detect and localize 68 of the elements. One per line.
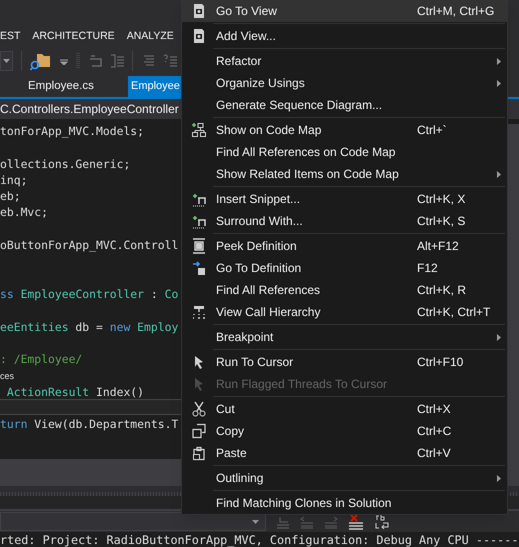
code-line: eeEntities db = new Employ (0, 320, 178, 334)
dropdown-field[interactable] (0, 51, 13, 71)
hierarchy-icon (191, 304, 207, 320)
caret-icon (252, 520, 259, 524)
code-line: oButtonForApp_MVC.Controll (0, 238, 178, 252)
code-line: ollections.Generic; (0, 156, 130, 171)
menu-item[interactable]: Go To View Ctrl+M, Ctrl+G (182, 0, 507, 22)
code-line: eb; (0, 189, 21, 204)
menu-item[interactable]: Paste Ctrl+V (182, 442, 507, 464)
menu-bar-item[interactable]: EST (0, 28, 20, 44)
code-map-icon (191, 122, 207, 138)
menu-item[interactable]: Show on Code Map Ctrl+` (182, 119, 507, 141)
menu-item[interactable]: Find Matching Clones in Solution (182, 492, 507, 514)
menu-item[interactable]: Outlining (182, 467, 507, 489)
arrow-block-icon (191, 260, 207, 276)
file-tab[interactable]: Employee.cs (24, 76, 128, 97)
dropdown-field[interactable] (0, 512, 266, 531)
indent-right-icon[interactable] (324, 514, 338, 528)
snippet-icon (191, 191, 207, 207)
menu-item[interactable]: Surround With... Ctrl+K, S (182, 210, 507, 232)
menu-item[interactable]: Organize Usings (182, 72, 507, 94)
caret-icon[interactable] (60, 57, 68, 65)
code-line: ActionResult Index() (6, 384, 144, 399)
menu-item[interactable]: Peek Definition Alt+F12 (182, 235, 507, 257)
menu-item[interactable]: Generate Sequence Diagram... (182, 94, 507, 116)
code-lens-text[interactable]: ces (0, 371, 14, 382)
menu-item[interactable]: Show Related Items on Code Map (182, 163, 507, 185)
indent-left-icon[interactable] (300, 514, 314, 528)
clear-all-icon[interactable] (348, 514, 364, 530)
navigation-text: C.Controllers.EmployeeController (0, 101, 179, 118)
cut-icon (191, 401, 207, 417)
folder-search-icon[interactable] (30, 51, 52, 71)
menu-item[interactable]: Refactor (182, 50, 507, 72)
file-tab[interactable]: Employee (128, 76, 181, 97)
menu-item[interactable]: View Call Hierarchy Ctrl+K, Ctrl+T (182, 301, 507, 323)
word-wrap-icon[interactable] (374, 514, 390, 530)
page-icon (191, 3, 207, 19)
menu-item[interactable]: Copy Ctrl+C (182, 420, 507, 442)
menu-item[interactable]: Go To Definition F12 (182, 257, 507, 279)
code-line: : /Employee/ (0, 352, 82, 366)
page-icon (191, 28, 207, 44)
code-line: tonForApp_MVC.Models; (0, 124, 144, 138)
question-lines-icon[interactable] (163, 54, 177, 68)
comment-icon[interactable] (88, 54, 102, 68)
snippet-icon (191, 213, 207, 229)
lines-icon[interactable] (141, 54, 155, 68)
menu-item[interactable]: Insert Snippet... Ctrl+K, X (182, 188, 507, 210)
grip-icon (76, 52, 80, 70)
menu-bar-item[interactable]: ARCHITECTURE (32, 28, 115, 44)
scrollbar[interactable] (508, 124, 519, 460)
output-text: rted: Project: RadioButtonForApp_MVC, Configuration: Debug Any CPU ------ (0, 532, 519, 547)
outdent-icon[interactable] (276, 514, 290, 528)
menu-item[interactable]: Run To Cursor Ctrl+F10 (182, 351, 507, 373)
paste-icon (191, 445, 207, 461)
caret-icon (3, 59, 10, 63)
code-line: turn View(db.Departments.T (0, 417, 178, 432)
code-line: ss EmployeeController : Co (0, 286, 178, 301)
menu-item[interactable]: Find All References Ctrl+K, R (182, 279, 507, 301)
copy-icon (191, 423, 207, 439)
code-line: eb.Mvc; (0, 205, 48, 220)
menu-item[interactable]: Breakpoint (182, 326, 507, 348)
list-indent-icon[interactable] (110, 54, 124, 68)
menu-bar-item[interactable]: ANALYZE (126, 28, 174, 44)
menu-item[interactable]: Find All References on Code Map (182, 141, 507, 163)
menu-item[interactable]: Cut Ctrl+X (182, 398, 507, 420)
code-line: inq; (0, 172, 28, 187)
menu-item[interactable]: Add View... (182, 25, 507, 47)
peek-icon (191, 238, 207, 254)
